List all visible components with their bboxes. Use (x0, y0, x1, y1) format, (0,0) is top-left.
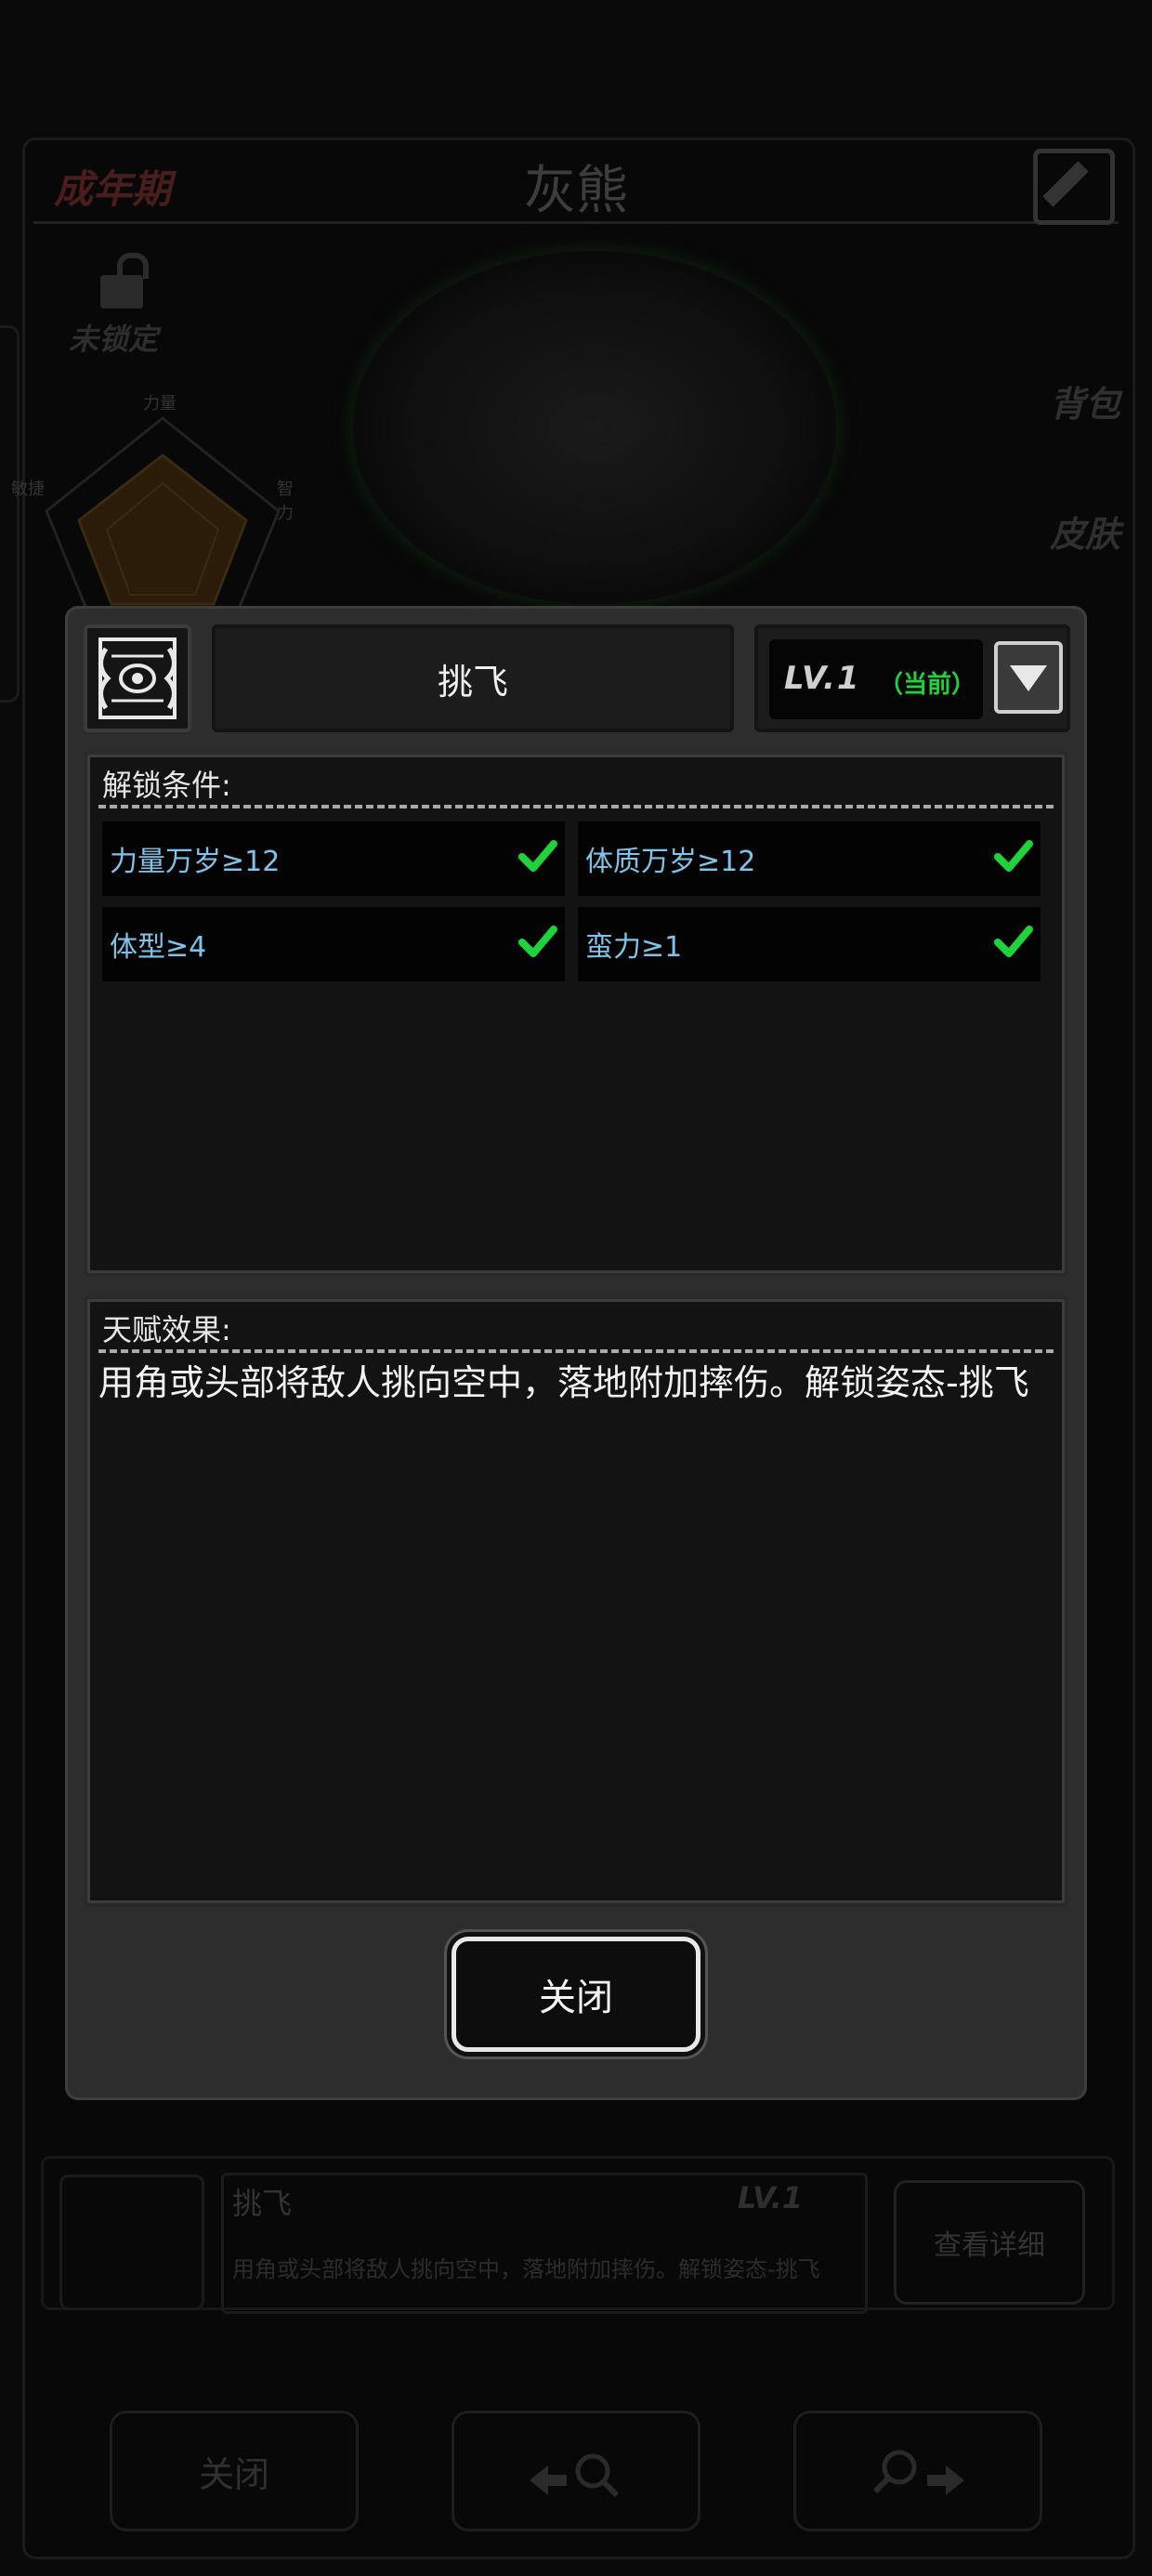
skill-emblem-icon (84, 624, 191, 732)
lock-status: 未锁定 (69, 322, 159, 357)
condition-item: 体型≥4 (102, 907, 565, 981)
condition-item: 力量万岁≥12 (102, 821, 565, 896)
condition-text: 力量万岁≥12 (110, 846, 281, 878)
current-level-tag: （当前） (879, 671, 976, 699)
view-details-button[interactable]: 查看详细 (894, 2180, 1085, 2305)
level-label: LV.1 (784, 660, 861, 697)
growth-stage-label: 成年期 (54, 166, 172, 212)
condition-text: 体质万岁≥12 (585, 846, 756, 878)
radar-label-agility: 敏捷 (11, 480, 45, 499)
skill-icon (59, 2175, 204, 2310)
skill-row-level: LV.1 (738, 2180, 804, 2215)
skill-detail-dialog: 挑飞 LV.1 （当前） 解锁条件: 力量万岁≥12 体质万岁≥12 体型≥4 … (65, 606, 1087, 2100)
animal-name: 灰熊 (524, 161, 628, 221)
attribute-radar-chart: 力量 敏捷 智力 (11, 390, 307, 615)
unlock-conditions-panel: 解锁条件: 力量万岁≥12 体质万岁≥12 体型≥4 蛮力≥1 (84, 751, 1068, 1277)
previous-animal-button[interactable] (452, 2411, 700, 2531)
previous-animal-icon (530, 2453, 620, 2498)
edit-icon[interactable] (1033, 149, 1115, 225)
check-icon (518, 926, 557, 957)
check-icon (994, 926, 1033, 957)
skill-row-description: 用角或头部将敌人挑向空中，落地附加摔伤。解锁姿态-挑飞 (232, 2256, 820, 2282)
lock-icon[interactable] (100, 253, 149, 309)
bottom-close-button[interactable]: 关闭 (110, 2411, 359, 2531)
condition-item: 体质万岁≥12 (578, 821, 1041, 896)
check-icon (518, 840, 557, 872)
condition-text: 蛮力≥1 (585, 931, 683, 964)
check-icon (994, 840, 1033, 872)
divider (98, 805, 1054, 808)
talent-effect-text: 用角或头部将敌人挑向空中，落地附加摔伤。解锁姿态-挑飞 (98, 1362, 1029, 1403)
backpack-button[interactable]: 背包 (1009, 375, 1120, 478)
skin-label: 皮肤 (1049, 514, 1120, 555)
radar-label-intelligence: 智力 (277, 480, 294, 523)
level-selector[interactable]: LV.1 （当前） (754, 624, 1070, 732)
level-display: LV.1 （当前） (769, 639, 983, 719)
unlock-conditions-title: 解锁条件: (102, 768, 231, 803)
close-button[interactable]: 关闭 (452, 1937, 700, 2052)
next-animal-button[interactable] (793, 2411, 1042, 2531)
condition-item: 蛮力≥1 (578, 907, 1041, 981)
talent-effect-panel: 天赋效果: 用角或头部将敌人挑向空中，落地附加摔伤。解锁姿态-挑飞 (84, 1295, 1068, 1907)
left-side-tab[interactable] (0, 325, 20, 703)
skin-button[interactable]: 皮肤 (1009, 506, 1120, 608)
next-animal-icon (872, 2450, 964, 2495)
backpack-label: 背包 (1049, 384, 1120, 425)
talent-effect-title: 天赋效果: (102, 1312, 231, 1347)
skill-row-name: 挑飞 (232, 2186, 293, 2221)
divider (98, 1349, 1054, 1353)
condition-text: 体型≥4 (110, 931, 207, 964)
radar-label-strength: 力量 (143, 394, 177, 414)
skill-name: 挑飞 (212, 624, 734, 732)
chevron-down-icon[interactable] (994, 641, 1063, 714)
bear-portrait (353, 251, 836, 604)
